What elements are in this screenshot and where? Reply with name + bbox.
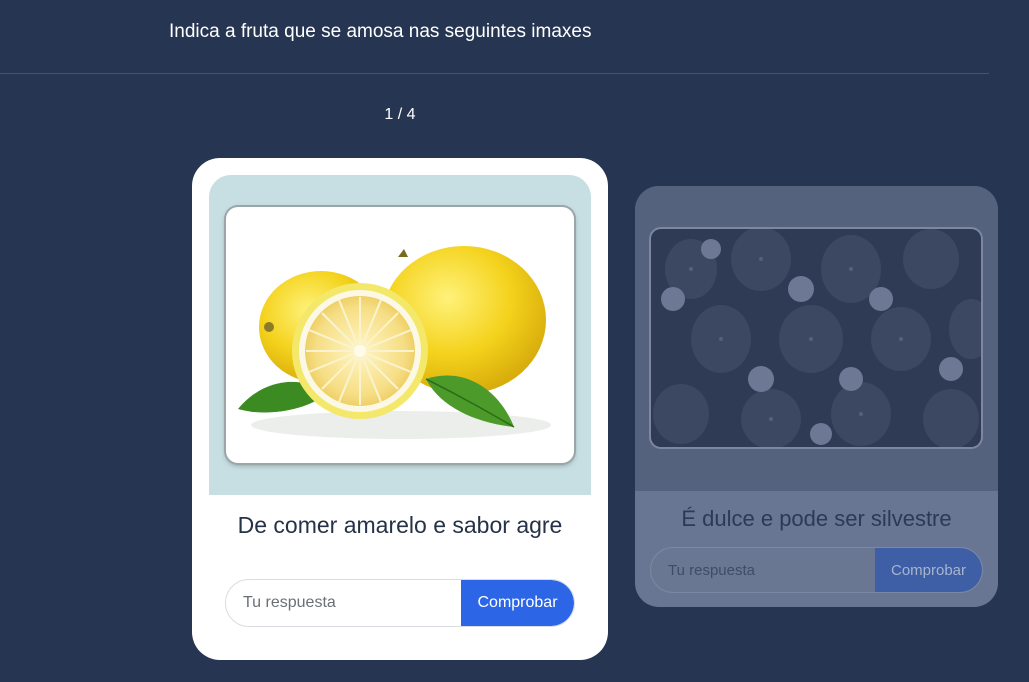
question-clue: De comer amarelo e sabor agre (237, 512, 563, 538)
answer-input[interactable] (651, 548, 877, 592)
strawberry-image (651, 229, 981, 447)
quiz-stage: Indica a fruta que se amosa nas seguinte… (0, 0, 1029, 682)
fruit-image-frame (226, 207, 574, 463)
answer-input[interactable] (226, 580, 463, 626)
question-card-next: É dulce e pode ser silvestre Comprobar (635, 186, 998, 607)
answer-group: Comprobar (650, 547, 983, 593)
question-clue: É dulce e pode ser silvestre (681, 506, 952, 531)
lemon-image (238, 246, 551, 439)
header-divider (0, 73, 989, 74)
card-media-area (209, 175, 591, 495)
answer-group: Comprobar (225, 579, 575, 627)
check-button[interactable]: Comprobar (875, 548, 982, 592)
question-card-active: De comer amarelo e sabor agre Comprobar (192, 158, 608, 660)
card-media-area (635, 186, 998, 491)
page-title: Indica a fruta que se amosa nas seguinte… (169, 21, 592, 42)
fruit-image-frame (651, 229, 981, 447)
check-button[interactable]: Comprobar (461, 580, 574, 626)
question-counter: 1 / 4 (384, 106, 416, 123)
